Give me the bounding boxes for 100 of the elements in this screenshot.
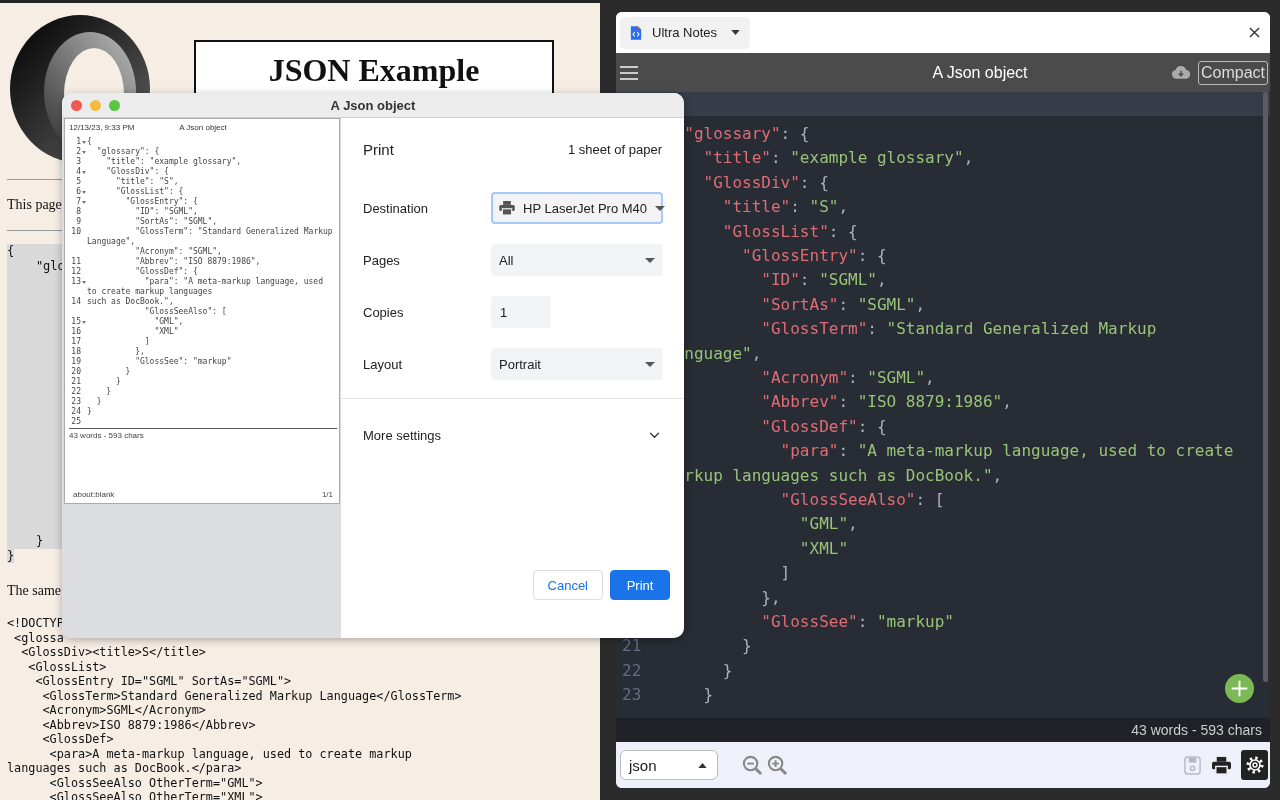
line-number: 17 bbox=[71, 337, 81, 346]
compact-button[interactable]: Compact bbox=[1197, 60, 1268, 85]
code-line: } bbox=[114, 377, 122, 387]
language-select[interactable]: json bbox=[620, 750, 718, 780]
code-line: "GlossSee": "markup" bbox=[134, 357, 233, 367]
fold-icon bbox=[82, 320, 86, 324]
line-number: 25 bbox=[71, 417, 81, 426]
app-tab[interactable]: Ultra Notes bbox=[620, 16, 751, 49]
fold-icon bbox=[82, 200, 86, 204]
line-number: 21 bbox=[71, 377, 81, 386]
line-number: 18 bbox=[71, 347, 81, 356]
print-icon[interactable] bbox=[1212, 755, 1231, 775]
line-number: 22 bbox=[621, 660, 643, 680]
line-number: 13 bbox=[71, 277, 81, 286]
code-line: "title": "example glossary", bbox=[702, 148, 974, 168]
add-button[interactable] bbox=[1225, 674, 1254, 703]
close-icon[interactable] bbox=[1249, 27, 1260, 38]
line-number: 12 bbox=[71, 267, 81, 276]
line-number: 1 bbox=[76, 137, 81, 146]
code-line: "GML", bbox=[153, 317, 185, 327]
code-line: "GlossSeeAlso": [ bbox=[779, 489, 945, 509]
code-line: "SortAs": "SGML", bbox=[760, 294, 926, 314]
print-footer-url: about:blank bbox=[73, 490, 115, 499]
setting-select[interactable]: Portrait bbox=[491, 348, 663, 380]
caret-icon bbox=[645, 257, 655, 263]
code-line: "ID": "SGML", bbox=[134, 207, 199, 217]
line-number: 10 bbox=[71, 227, 81, 236]
code-line: { bbox=[7, 244, 16, 259]
code-line: "title": "S", bbox=[114, 177, 180, 187]
setting-label: Destination bbox=[363, 200, 430, 216]
line-number: 4 bbox=[76, 167, 81, 176]
code-line: "GlossDef": { bbox=[134, 267, 199, 277]
cancel-button[interactable]: Cancel bbox=[532, 570, 603, 600]
code-line: } bbox=[87, 407, 93, 417]
printer-icon bbox=[499, 201, 515, 215]
caption-text: The same bbox=[7, 582, 62, 600]
scrollbar[interactable] bbox=[1263, 92, 1268, 682]
code-line: "GlossSee": "markup" bbox=[760, 611, 954, 631]
code-line: "glossary": { bbox=[683, 124, 810, 144]
line-number: 23 bbox=[621, 685, 643, 705]
copies-field[interactable]: 1 bbox=[491, 296, 551, 328]
caret-icon bbox=[698, 762, 707, 768]
setting-label: Layout bbox=[363, 356, 404, 372]
code-line: { bbox=[87, 137, 93, 147]
code-line: } bbox=[741, 636, 752, 656]
code-line: "GlossDef": { bbox=[760, 416, 887, 436]
xml-line: languages such as DocBook.</para> bbox=[7, 761, 243, 776]
code-line: "GlossSeeAlso": [ bbox=[143, 307, 228, 317]
zoom-out-icon[interactable] bbox=[742, 754, 763, 776]
print-date: 12/13/23, 9:33 PM bbox=[69, 123, 136, 132]
xml-line: <GlossTerm>Standard Generalized Markup Language</GlossTerm> bbox=[41, 688, 463, 703]
code-line: "glossary": { bbox=[95, 147, 161, 157]
xml-line: <para>A meta-markup language, used to create markup bbox=[48, 746, 413, 761]
page-number: 1/1 bbox=[321, 490, 333, 499]
code-line: "title": "S", bbox=[721, 197, 849, 217]
code-line: "Abbrev": "ISO 8879:1986", bbox=[760, 392, 1012, 412]
word-count: 43 words - 593 chars bbox=[69, 431, 145, 440]
fold-icon bbox=[82, 170, 86, 174]
zoom-in-icon[interactable] bbox=[767, 754, 788, 776]
line-number: 9 bbox=[76, 217, 81, 226]
caret-icon bbox=[731, 30, 741, 35]
xml-line: <!DOCTYP bbox=[7, 616, 65, 631]
line-number: 24 bbox=[71, 407, 81, 416]
xml-line: <GlossList> bbox=[27, 659, 108, 674]
code-line: "Acronym": "SGML", bbox=[134, 247, 223, 257]
code-line: ] bbox=[143, 337, 151, 347]
dialog-title: A Json object bbox=[329, 97, 417, 113]
code-line: } bbox=[702, 685, 714, 705]
code-line: }, bbox=[134, 347, 146, 357]
destination-select[interactable]: HP LaserJet Pro M40 bbox=[491, 192, 663, 224]
line-number: 6 bbox=[76, 187, 81, 196]
code-line: } bbox=[95, 397, 103, 407]
document-title: A Json object bbox=[931, 63, 1029, 82]
code-line: "Abbrev": "ISO 8879:1986", bbox=[134, 257, 262, 267]
print-button[interactable]: Print bbox=[610, 570, 670, 600]
close-button[interactable] bbox=[71, 99, 82, 111]
code-line: nguage", bbox=[683, 343, 762, 363]
code-line: rkup languages such as DocBook.", bbox=[683, 465, 1003, 485]
line-number: 5 bbox=[76, 177, 81, 186]
settings-button[interactable] bbox=[1241, 750, 1268, 780]
word-count: 43 words - 593 chars bbox=[1131, 722, 1262, 738]
code-line: } bbox=[34, 534, 45, 549]
setting-label: Pages bbox=[363, 252, 401, 268]
caret-icon bbox=[655, 205, 666, 211]
line-number: 15 bbox=[71, 317, 81, 326]
line-number: 14 bbox=[71, 297, 81, 306]
xml-line: <GlossSeeAlso OtherTerm="GML"> bbox=[48, 775, 264, 790]
cloud-download-icon[interactable] bbox=[1171, 66, 1190, 79]
sheet-count: 1 sheet of paper bbox=[568, 141, 662, 157]
menu-icon[interactable] bbox=[620, 65, 638, 80]
code-line: "GlossTerm": "Standard Generalized Markup bbox=[760, 319, 1157, 339]
code-line: "GlossDiv": { bbox=[105, 167, 170, 177]
caret-icon bbox=[645, 361, 655, 367]
page-heading: JSON Example bbox=[268, 52, 480, 88]
code-editor[interactable] bbox=[616, 92, 1270, 718]
line-number: 19 bbox=[71, 357, 81, 366]
more-settings-toggle[interactable]: More settings bbox=[363, 399, 670, 471]
line-number: 3 bbox=[76, 157, 81, 166]
setting-select[interactable]: All bbox=[491, 244, 663, 276]
line-number: 21 bbox=[621, 636, 643, 656]
